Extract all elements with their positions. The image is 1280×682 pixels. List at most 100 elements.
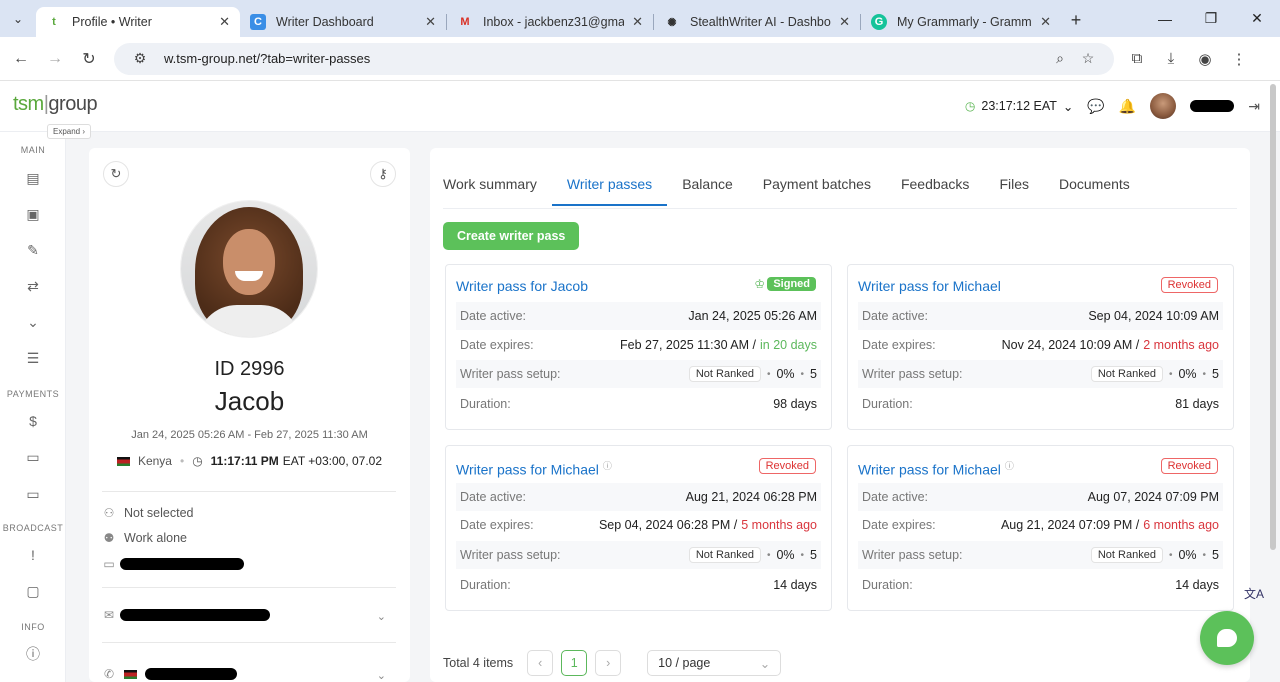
key-icon[interactable]: ⚷ <box>370 161 396 187</box>
redacted-username <box>1190 100 1235 112</box>
forward-icon[interactable]: → <box>38 50 72 68</box>
tab-work-summary[interactable]: Work summary <box>443 176 552 206</box>
page-number[interactable]: 1 <box>561 650 588 676</box>
setup-row: Writer pass setup: Not Ranked • 0% • 5 <box>456 541 821 569</box>
prev-page-icon[interactable]: ‹ <box>527 650 554 676</box>
stealthwriter-favicon-icon: ✺ <box>667 16 677 29</box>
refresh-cycle-icon[interactable]: ⇄ <box>24 277 42 295</box>
value: 81 days <box>1175 397 1219 411</box>
percent: 0% <box>1178 548 1197 562</box>
date-active-row: Date active: Aug 07, 2024 07:09 PM <box>858 483 1223 511</box>
status-row: ⚇ Not selected <box>102 506 194 520</box>
logo-part-b: group <box>48 93 98 115</box>
close-tab-icon[interactable]: ✕ <box>839 14 850 30</box>
tab-feedbacks[interactable]: Feedbacks <box>886 176 984 206</box>
kenya-flag-icon <box>124 669 137 679</box>
tab-writer-passes[interactable]: Writer passes <box>551 176 668 206</box>
profile-avatar-icon[interactable]: ◉ <box>1188 50 1222 68</box>
chat-widget-button[interactable] <box>1200 611 1254 665</box>
back-icon[interactable]: ← <box>4 50 38 68</box>
label: Duration: <box>862 397 913 411</box>
chevron-down-icon[interactable]: ⌄ <box>377 669 386 682</box>
setup-row: Writer pass setup: Not Ranked • 0% • 5 <box>456 360 821 388</box>
layers-icon[interactable]: ☰ <box>24 349 42 367</box>
phone-row[interactable]: ✆ <box>102 667 392 681</box>
profile-country: Kenya <box>137 454 172 468</box>
card-batch-icon[interactable]: ▭ <box>24 485 42 503</box>
announcement-icon[interactable]: ! <box>24 546 42 564</box>
writer-pass-title[interactable]: Writer pass for Michael ⓘ <box>456 459 612 478</box>
browser-tab-grammarly[interactable]: G My Grammarly - Grammarly ✕ <box>861 7 1061 37</box>
close-tab-icon[interactable]: ✕ <box>632 14 643 30</box>
reload-icon[interactable]: ↻ <box>72 49 106 69</box>
tab-documents[interactable]: Documents <box>1044 176 1145 206</box>
next-page-icon[interactable]: › <box>595 650 622 676</box>
setup-row: Writer pass setup: Not Ranked • 0% • 5 <box>858 360 1223 388</box>
info-icon[interactable]: ⓘ <box>603 461 612 471</box>
close-tab-icon[interactable]: ✕ <box>425 14 436 30</box>
card-payment-icon[interactable]: ▭ <box>24 448 42 466</box>
tsm-logo[interactable]: tsm|group <box>13 93 98 116</box>
expand-tooltip[interactable]: Expand › <box>47 124 92 139</box>
new-tab-icon[interactable]: + <box>1061 10 1091 31</box>
page-size-select[interactable]: 10 / page ⌄ <box>647 650 782 676</box>
writer-pass-title[interactable]: Writer pass for Jacob <box>456 278 588 294</box>
info-circle-icon[interactable]: ⓘ <box>24 645 42 663</box>
url-omnibox[interactable]: ⚙ w.tsm-group.net/?tab=writer-passes ⌕ ☆ <box>114 42 1114 75</box>
close-tab-icon[interactable]: ✕ <box>1040 14 1051 30</box>
sidebar-section-payments: PAYMENTS <box>6 389 60 399</box>
value: 14 days <box>773 578 817 592</box>
profile-card: ↻ ⚷ ID 2996 Jacob Jan 24, 2025 05:26 AM … <box>89 148 410 682</box>
close-window-icon[interactable]: ✕ <box>1234 0 1280 37</box>
site-info-icon[interactable]: ⚙ <box>126 50 154 67</box>
bell-icon[interactable]: 🔔 <box>1119 98 1136 115</box>
count: 5 <box>810 367 817 381</box>
refresh-icon[interactable]: ↻ <box>103 161 129 187</box>
browser-tab-profile[interactable]: t Profile • Writer ✕ <box>36 7 240 37</box>
browser-menu-icon[interactable]: ⋮ <box>1222 50 1256 68</box>
edit-doc-icon[interactable]: ✎ <box>24 241 42 259</box>
tab-balance[interactable]: Balance <box>667 176 748 206</box>
zoom-icon[interactable]: ⌕ <box>1046 50 1074 67</box>
invoice-icon[interactable]: $ <box>24 412 42 430</box>
extensions-icon[interactable]: ⧉ <box>1120 50 1154 67</box>
chat-icon[interactable]: 💬 <box>1087 98 1104 115</box>
chevron-down-icon[interactable]: ⌄ <box>377 610 386 623</box>
tab-payment-batches[interactable]: Payment batches <box>748 176 886 206</box>
tab-search-icon[interactable]: ⌄ <box>0 0 36 37</box>
browser-tab-gmail[interactable]: M Inbox - jackbenz31@gmail.c ✕ <box>447 7 653 37</box>
rank-chip: Not Ranked <box>688 547 761 563</box>
app-header: tsm|group Expand › ◷ 23:17:12 EAT ⌄ 💬 🔔 … <box>0 81 1280 139</box>
double-chevron-down-icon[interactable]: ⌄ <box>24 313 42 331</box>
info-icon[interactable]: ⓘ <box>1005 461 1014 471</box>
tab-files[interactable]: Files <box>984 176 1044 206</box>
close-tab-icon[interactable]: ✕ <box>219 14 230 30</box>
clock-time: 23:17:12 EAT <box>981 99 1057 113</box>
writer-pass-card: Writer pass for Michael ⓘ Revoked Date ac… <box>847 445 1234 611</box>
gmail-favicon-icon: M <box>460 16 470 28</box>
translate-icon[interactable]: 文A <box>1243 582 1265 604</box>
profile-doc-icon[interactable]: ▤ <box>24 169 42 187</box>
url-text[interactable]: w.tsm-group.net/?tab=writer-passes <box>164 51 1046 66</box>
email-row[interactable]: ✉ <box>102 608 392 622</box>
document-search-icon[interactable]: ▣ <box>24 205 42 223</box>
maximize-icon[interactable]: ❐ <box>1188 0 1234 37</box>
bookmark-star-icon[interactable]: ☆ <box>1074 50 1102 67</box>
divider <box>102 491 396 492</box>
page-scrollbar[interactable] <box>1270 84 1276 550</box>
writer-pass-title[interactable]: Writer pass for Michael ⓘ <box>858 459 1014 478</box>
writer-pass-title[interactable]: Writer pass for Michael <box>858 278 1001 294</box>
logout-icon[interactable]: ⇥ <box>1248 98 1260 115</box>
browser-tab-writer-dashboard[interactable]: C Writer Dashboard ✕ <box>240 7 446 37</box>
create-writer-pass-button[interactable]: Create writer pass <box>443 222 580 250</box>
minimize-icon[interactable]: — <box>1142 0 1188 37</box>
rank-chip: Not Ranked <box>1090 547 1163 563</box>
clock-dropdown[interactable]: ◷ 23:17:12 EAT ⌄ <box>965 99 1073 114</box>
message-icon[interactable]: ▢ <box>24 582 42 600</box>
user-avatar[interactable] <box>1150 93 1177 119</box>
tab-title: Profile • Writer <box>72 15 152 29</box>
download-icon[interactable]: ⤓ <box>1154 50 1188 67</box>
percent: 0% <box>776 548 795 562</box>
value: Aug 21, 2024 07:09 PM / <box>1000 518 1140 532</box>
browser-tab-stealthwriter[interactable]: ✺ StealthWriter AI - Dashboar ✕ <box>654 7 860 37</box>
